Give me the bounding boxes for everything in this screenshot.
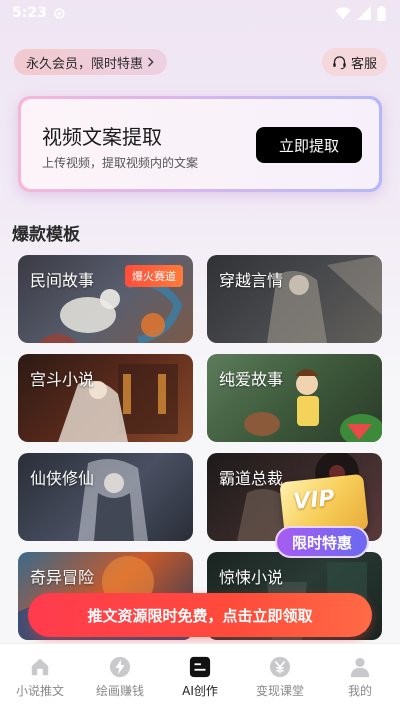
- customer-service-button[interactable]: 客服: [321, 48, 387, 76]
- template-label: 奇异冒险: [30, 568, 95, 587]
- service-label: 客服: [350, 56, 377, 72]
- bottom-tab-bar: 小说推文 绘画赚钱 AI创作 变现课堂 我的: [0, 643, 400, 711]
- template-label: 纯爱故事: [219, 370, 284, 389]
- settings-icon: [54, 7, 65, 19]
- extract-title: 视频文案提取: [42, 125, 162, 149]
- tab-novel-promotion[interactable]: 小说推文: [0, 644, 80, 711]
- vip-floating-promo[interactable]: VIP 限时特惠: [272, 472, 372, 562]
- tab-label: 小说推文: [15, 684, 64, 698]
- tab-ai-create[interactable]: AI创作: [160, 644, 240, 711]
- template-tile-folk-stories[interactable]: 民间故事 爆火赛道: [18, 255, 193, 343]
- template-label: 穿越言情: [219, 271, 284, 290]
- tab-label: 我的: [347, 684, 372, 698]
- tab-mine[interactable]: 我的: [320, 644, 400, 711]
- battery-icon: [377, 5, 386, 21]
- wifi-icon: [335, 6, 351, 19]
- hot-track-badge: 爆火赛道: [125, 265, 183, 287]
- template-tile-time-travel-romance[interactable]: 穿越言情: [207, 255, 382, 343]
- top-row: 永久会员，限时特惠 客服: [13, 48, 387, 76]
- lightning-icon: [109, 656, 131, 678]
- extract-subtitle: 上传视频，提取视频内的文案: [42, 156, 199, 170]
- section-title: 爆款模板: [12, 225, 80, 245]
- member-label: 永久会员，限时特惠: [26, 56, 144, 72]
- lifetime-member-button[interactable]: 永久会员，限时特惠: [13, 48, 169, 76]
- tab-drawing-earn[interactable]: 绘画赚钱: [80, 644, 160, 711]
- home-icon: [31, 658, 49, 676]
- extract-now-button[interactable]: 立即提取: [256, 127, 362, 163]
- status-time: 5:23: [12, 5, 47, 21]
- tab-label: AI创作: [182, 684, 218, 698]
- vip-text: VIP: [292, 485, 336, 516]
- tab-monetize-class[interactable]: 变现课堂: [240, 644, 320, 711]
- template-label: 民间故事: [30, 271, 95, 290]
- video-extract-card: 视频文案提取 上传视频，提取视频内的文案 立即提取: [18, 96, 382, 192]
- tab-label: 绘画赚钱: [95, 684, 144, 698]
- ai-create-icon: [189, 656, 211, 678]
- yen-icon: [269, 656, 291, 678]
- status-bar: 5:23: [0, 0, 400, 26]
- template-label: 宫斗小说: [30, 370, 95, 389]
- template-tile-pure-love[interactable]: 纯爱故事: [207, 354, 382, 442]
- signal-icon: [357, 6, 371, 20]
- free-resources-banner[interactable]: 推文资源限时免费，点击立即领取: [28, 593, 372, 637]
- headset-icon: [333, 55, 346, 69]
- template-tile-palace-drama[interactable]: 宫斗小说: [18, 354, 193, 442]
- limited-offer-badge: 限时特惠: [275, 526, 369, 558]
- tab-label: 变现课堂: [255, 684, 304, 698]
- template-tile-xianxia[interactable]: 仙侠修仙: [18, 453, 193, 541]
- user-icon: [350, 657, 370, 678]
- template-label: 惊悚小说: [219, 568, 284, 587]
- chevron-right-icon: [148, 57, 154, 67]
- template-label: 仙侠修仙: [30, 469, 95, 488]
